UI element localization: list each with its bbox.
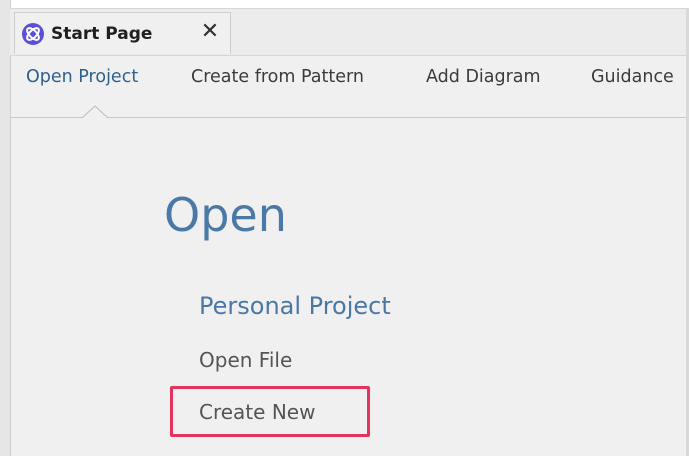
tab-label: Start Page bbox=[51, 24, 153, 44]
nav-add-diagram[interactable]: Add Diagram bbox=[426, 67, 541, 87]
window-top-strip bbox=[0, 0, 689, 8]
start-page-icon bbox=[21, 22, 45, 46]
open-file-link[interactable]: Open File bbox=[199, 348, 292, 372]
nav-guidance[interactable]: Guidance bbox=[591, 67, 674, 87]
page-title: Open bbox=[164, 188, 287, 242]
start-page-nav: Open Project Create from Pattern Add Dia… bbox=[10, 55, 686, 103]
create-new-highlight-box bbox=[170, 386, 370, 437]
nav-divider bbox=[10, 117, 686, 118]
active-nav-pointer bbox=[82, 105, 108, 119]
personal-project-link[interactable]: Personal Project bbox=[199, 292, 391, 320]
nav-open-project[interactable]: Open Project bbox=[26, 67, 138, 87]
tab-start-page[interactable]: Start Page ✕ bbox=[14, 12, 231, 54]
close-icon[interactable]: ✕ bbox=[198, 20, 222, 44]
nav-create-from-pattern[interactable]: Create from Pattern bbox=[191, 67, 364, 87]
